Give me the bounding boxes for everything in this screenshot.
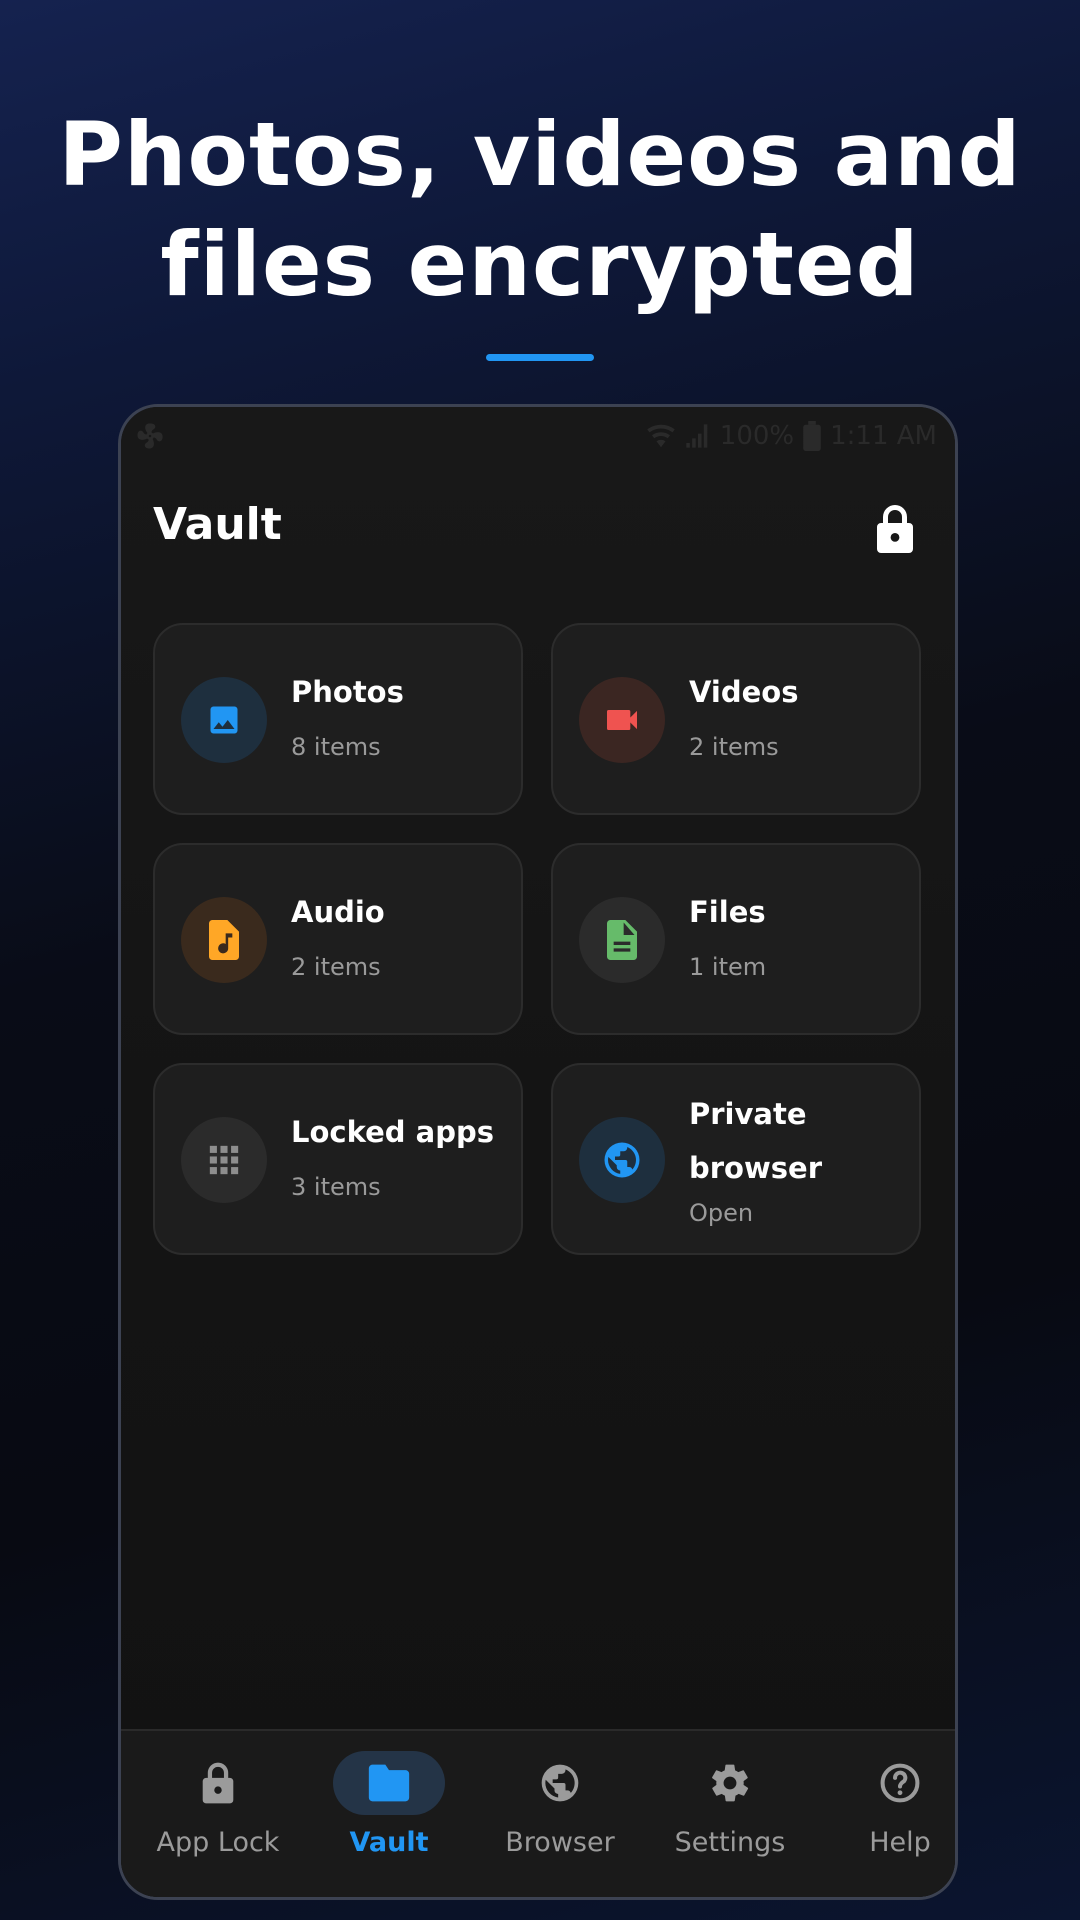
nav-item-app-lock[interactable]: App Lock [133,1751,303,1881]
card-videos[interactable]: Videos 2 items [551,623,921,815]
nav-label: Help [869,1827,931,1858]
card-subtitle: Open [689,1199,754,1227]
locked-apps-icon-circle [181,1117,267,1203]
card-photos[interactable]: Photos 8 items [153,623,523,815]
image-icon [210,706,238,734]
headline-line-1: Photos, videos and [58,103,1022,206]
card-locked-apps[interactable]: Locked apps 3 items [153,1063,523,1255]
videos-icon-circle [579,677,665,763]
lock-icon [877,505,913,553]
battery-percent: 100% [719,421,795,451]
document-icon [607,920,637,960]
card-title: Photos [291,675,404,709]
headline-line-2: files encrypted [160,213,920,316]
phone-screen: 100% 1:11 AM Vault Photos 8 items Videos… [121,407,955,1897]
nav-item-settings[interactable]: Settings [645,1751,815,1881]
card-title: Private browser [689,1097,823,1185]
card-subtitle: 2 items [689,733,779,761]
globe-icon [541,1764,579,1802]
photos-icon-circle [181,677,267,763]
status-bar: 100% 1:11 AM [121,421,955,461]
nav-icon-wrap [162,1751,274,1815]
card-files[interactable]: Files 1 item [551,843,921,1035]
status-right: 100% 1:11 AM [646,421,937,451]
headline: Photos, videos and files encrypted [0,100,1080,320]
lock-vault-button[interactable] [867,501,923,557]
card-audio[interactable]: Audio 2 items [153,843,523,1035]
nav-item-vault[interactable]: Vault [304,1751,474,1881]
nav-label: Vault [349,1827,429,1858]
nav-icon-wrap [504,1751,616,1815]
apps-grid-icon [209,1145,239,1175]
nav-icon-wrap [674,1751,786,1815]
files-icon-circle [579,897,665,983]
gear-icon [712,1764,749,1802]
status-left [135,421,165,451]
battery-icon [803,421,821,451]
app-header: Vault [153,495,923,565]
nav-item-browser[interactable]: Browser [475,1751,645,1881]
phone-frame: 100% 1:11 AM Vault Photos 8 items Videos… [118,404,958,1900]
bottom-navigation: App Lock Vault Browser Settings Help [121,1729,955,1897]
card-subtitle: 3 items [291,1173,381,1201]
help-icon [880,1763,920,1803]
lock-icon [202,1762,234,1804]
card-subtitle: 2 items [291,953,381,981]
nav-label: Settings [674,1827,786,1858]
card-title: Files [689,895,766,929]
browser-icon-circle [579,1117,665,1203]
nav-label: App Lock [156,1827,280,1858]
wifi-icon [647,424,675,448]
card-private-browser[interactable]: Private browser Open [551,1063,921,1255]
audio-icon-circle [181,897,267,983]
card-title: Locked apps [291,1115,494,1149]
card-title: Videos [689,675,799,709]
nav-item-help[interactable]: Help [815,1751,955,1881]
clock: 1:11 AM [830,421,937,451]
card-subtitle: 8 items [291,733,381,761]
nav-icon-wrap [333,1751,445,1815]
page-title: Vault [153,499,282,550]
globe-icon [604,1142,640,1178]
nav-icon-wrap [844,1751,955,1815]
fan-icon [137,423,163,449]
signal-icon [686,424,708,448]
folder-icon [368,1764,410,1802]
audio-file-icon [209,920,239,960]
videocam-icon [607,710,637,730]
nav-label: Browser [505,1827,615,1858]
card-subtitle: 1 item [689,953,767,981]
headline-underline [486,354,594,361]
card-title: Audio [291,895,385,929]
